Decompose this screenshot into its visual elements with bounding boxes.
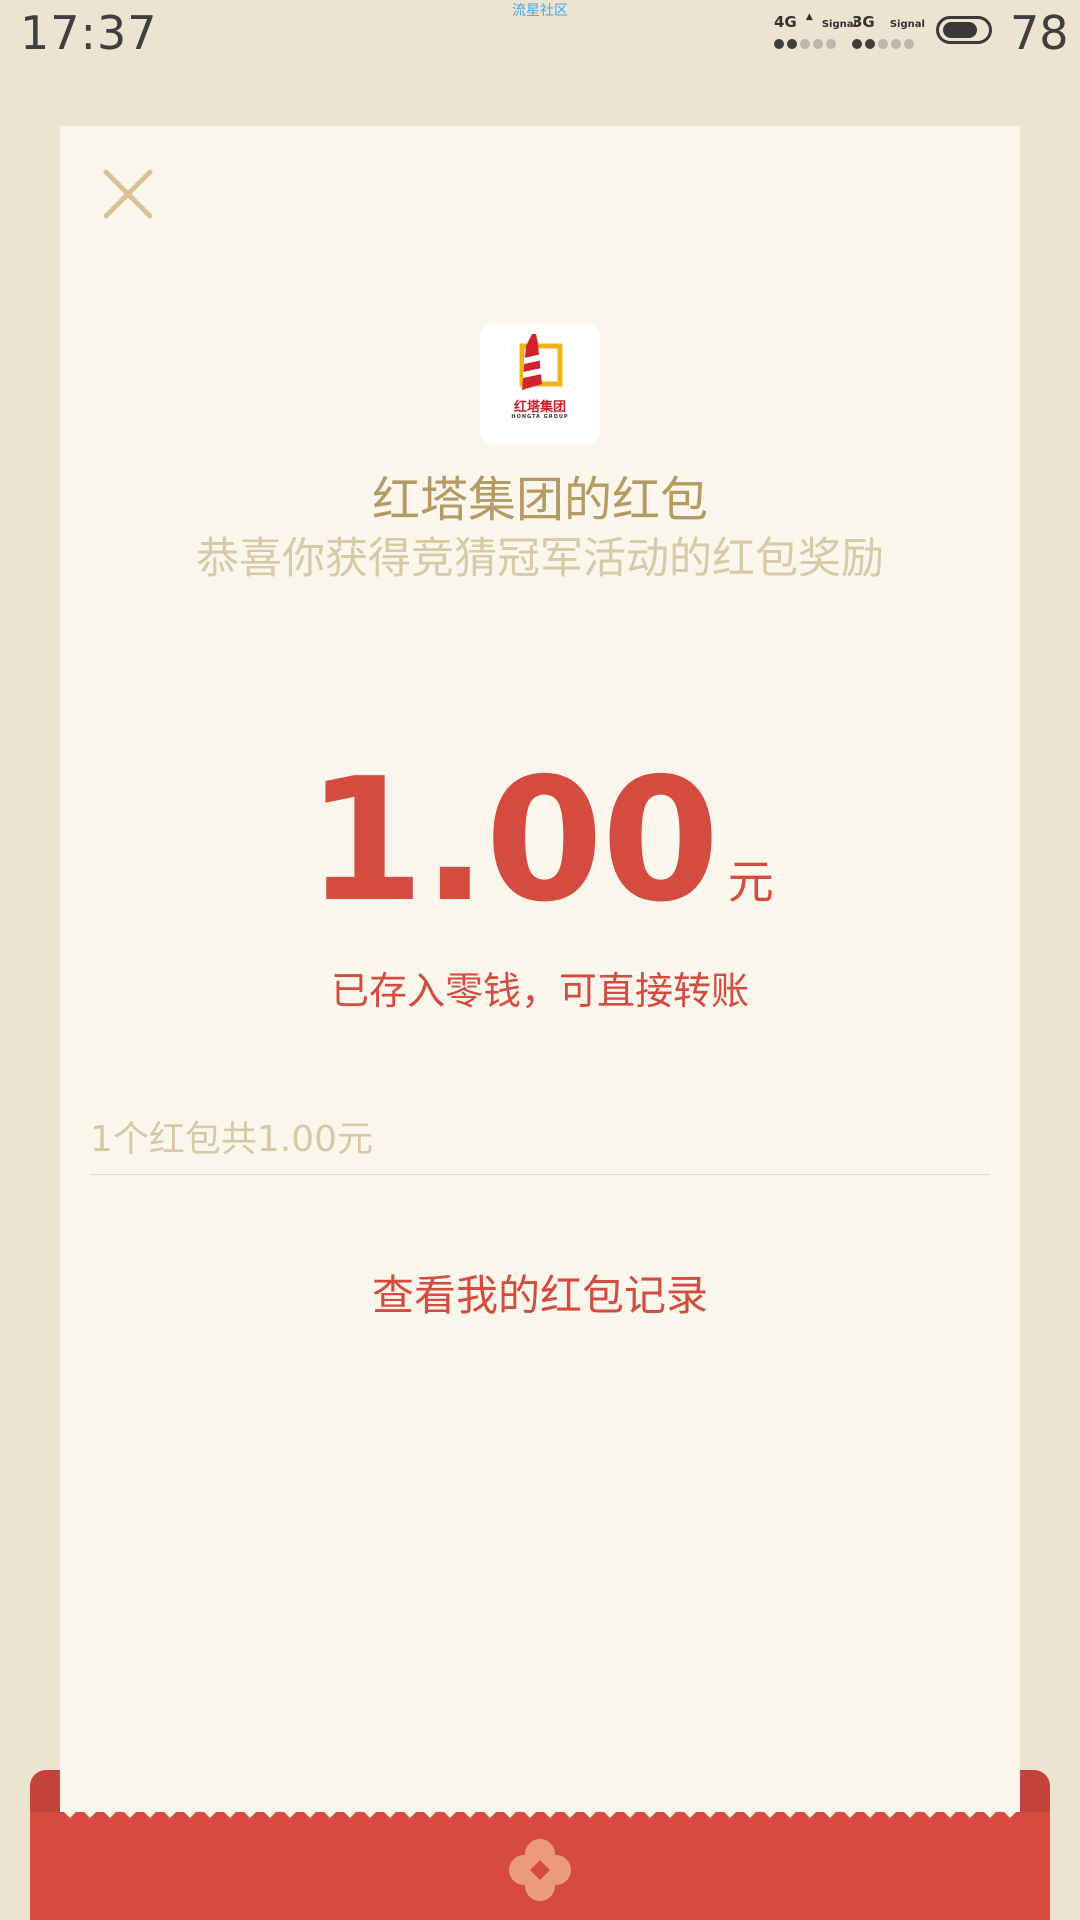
amount-row: 1.00 元 <box>60 756 1020 926</box>
amount-value: 1.00 <box>306 742 719 940</box>
battery-percent: 78 <box>1010 6 1069 60</box>
divider <box>90 1174 990 1175</box>
battery-fill <box>943 22 977 38</box>
sender-title: 红塔集团的红包 <box>371 472 708 528</box>
packet-summary: 1个红包共1.00元 <box>90 1119 374 1160</box>
network-4g-indicator: 4G ▲ Signal <box>774 12 857 49</box>
hongta-logo-icon <box>519 334 563 390</box>
amount-unit: 元 <box>727 855 774 909</box>
close-icon <box>103 169 153 219</box>
network-4g-label: 4G <box>774 13 797 31</box>
close-button[interactable] <box>100 166 156 222</box>
sender-logo: 红塔集团 HONGTA GROUP <box>480 324 600 444</box>
network-3g-label: 3G <box>852 13 875 31</box>
network-3g-indicator: 3G Signal <box>852 12 925 49</box>
status-bar: 17:37 流星社区 4G ▲ Signal 3G Signal 78 <box>0 0 1080 64</box>
wallet-note: 已存入零钱，可直接转账 <box>330 969 749 1013</box>
envelope-emblem-icon <box>509 1839 571 1901</box>
red-packet-detail-card: 红塔集团 HONGTA GROUP 红塔集团的红包 恭喜你获得竞猜冠军活动的红包… <box>60 126 1020 1816</box>
network-3g-sub: Signal <box>889 19 925 30</box>
zigzag-edge <box>60 1800 1020 1828</box>
signal-4g-dots-icon <box>774 34 839 53</box>
view-records-link[interactable]: 查看我的红包记录 <box>60 1262 1020 1323</box>
battery-icon <box>936 16 992 44</box>
logo-subtext: HONGTA GROUP <box>511 414 569 420</box>
logo-name: 红塔集团 <box>513 400 566 415</box>
signal-3g-dots-icon <box>852 34 917 53</box>
upload-arrow-icon: ▲ <box>805 12 813 22</box>
greeting-message: 恭喜你获得竞猜冠军活动的红包奖励 <box>196 534 884 584</box>
